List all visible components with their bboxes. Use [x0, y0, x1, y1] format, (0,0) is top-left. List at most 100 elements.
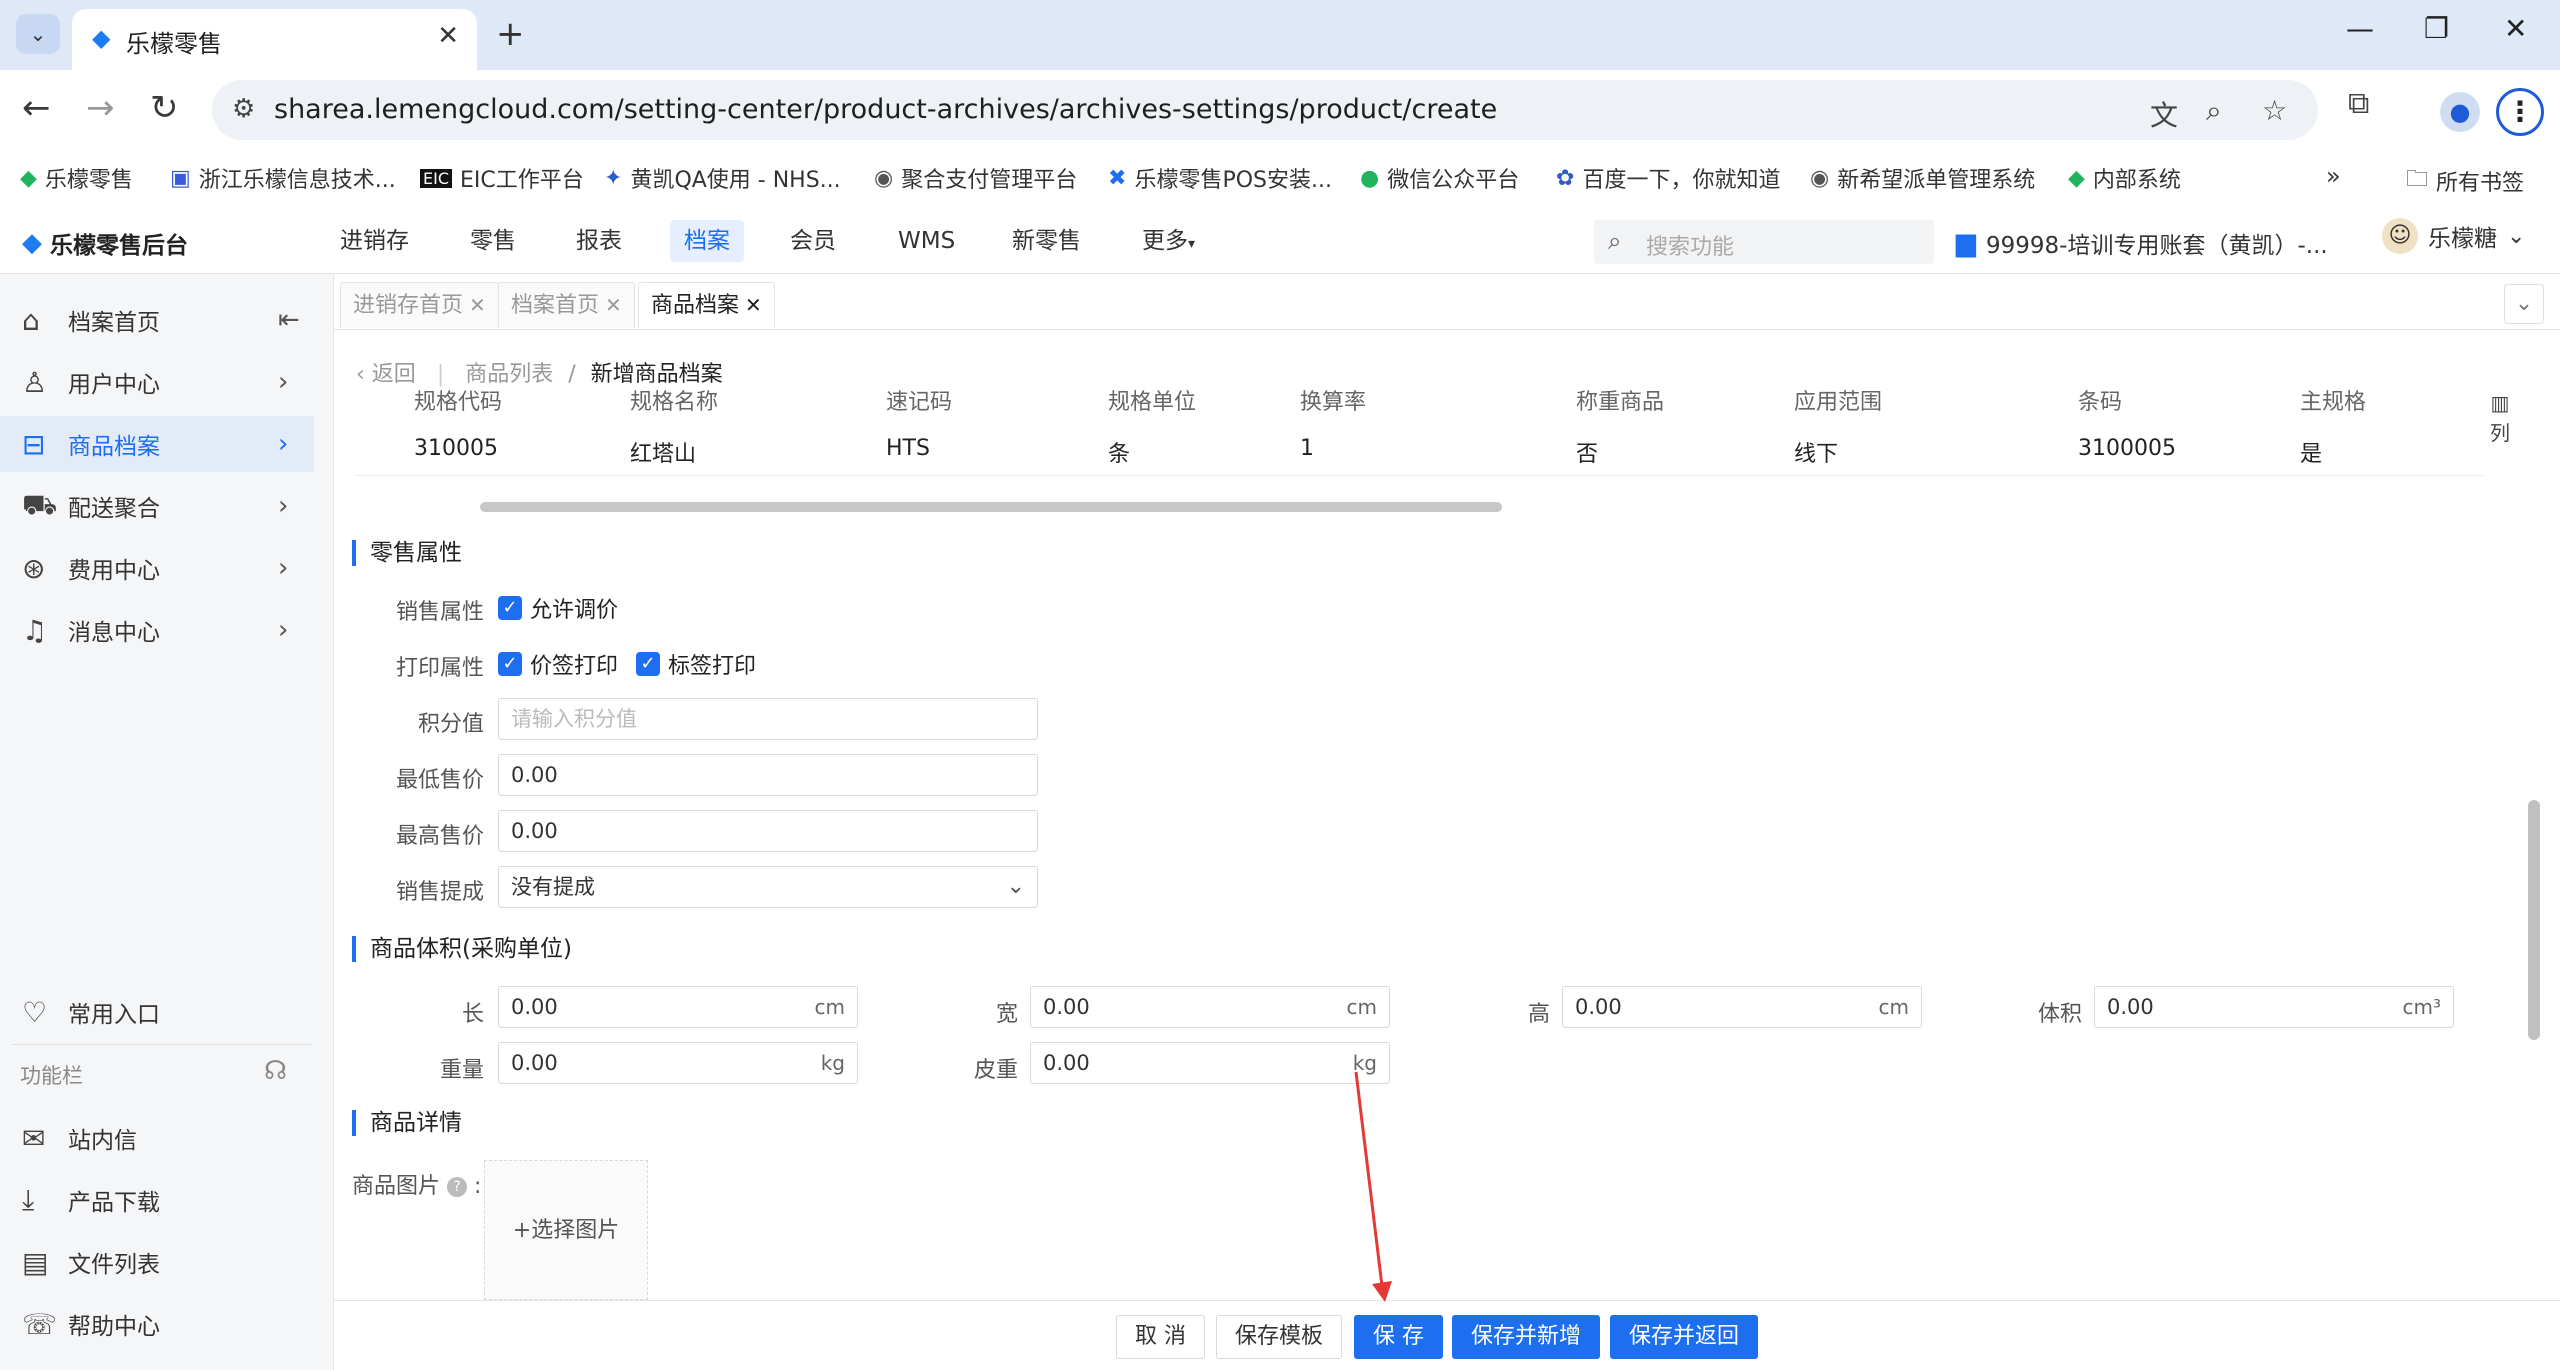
nav-members[interactable]: 会员 [776, 220, 850, 262]
select-image-button[interactable]: +选择图片 [484, 1160, 648, 1300]
save-button[interactable]: 保 存 [1354, 1315, 1443, 1359]
bookmark-item[interactable]: ◉ 聚合支付管理平台 [874, 162, 1077, 194]
save-template-button[interactable]: 保存模板 [1216, 1315, 1343, 1359]
min-price-input[interactable]: 0.00 [498, 754, 1038, 796]
sidebar-item-user-center[interactable]: ♙ 用户中心 › [0, 354, 314, 410]
headset-icon[interactable]: ☊ [264, 1056, 287, 1086]
bookmark-item[interactable]: ✿ 百度一下，你就知道 [1556, 162, 1780, 194]
omnibox[interactable]: ⚙ sharea.lemengcloud.com/setting-center/… [212, 80, 2318, 140]
table-header: 规格代码 规格名称 速记码 规格单位 换算率 称重商品 应用范围 条码 主规格 [354, 384, 2484, 416]
bookmark-item[interactable]: ◆ 内部系统 [2068, 162, 2181, 194]
restore-icon[interactable]: ❐ [2424, 12, 2449, 45]
save-and-return-button[interactable]: 保存并返回 [1610, 1315, 1759, 1359]
sidebar-item-archive-home[interactable]: ⌂ 档案首页 ⇤ [0, 292, 314, 348]
bookmark-item[interactable]: ▣ 浙江乐檬信息技术... [170, 162, 396, 194]
sidebar-item-delivery[interactable]: ⛟ 配送聚合 › [0, 478, 314, 534]
tab-jinxiaocun-home[interactable]: 进销存首页 ✕ [340, 282, 499, 328]
height-input[interactable]: 0.00 cm [1562, 986, 1922, 1028]
sidebar-tool-files[interactable]: ▤ 文件列表 [0, 1234, 314, 1290]
delivery-icon: ⛟ [22, 487, 58, 521]
sidebar-item-messages[interactable]: ♫ 消息中心 › [0, 602, 314, 658]
nav-new-retail[interactable]: 新零售 [998, 220, 1095, 262]
site-info-icon[interactable]: ⚙ [232, 94, 255, 124]
bookmark-item[interactable]: ✦ 黄凯QA使用 - NHS... [604, 162, 841, 194]
points-input[interactable]: 请输入积分值 [498, 698, 1038, 740]
function-search-input[interactable]: ⌕ 搜索功能 [1594, 220, 1934, 264]
product-image-label: 商品图片 ? : [352, 1174, 482, 1199]
minimize-icon[interactable]: — [2346, 12, 2374, 45]
max-price-input[interactable]: 0.00 [498, 810, 1038, 852]
browser-tab[interactable]: ◆ 乐檬零售 ✕ [72, 9, 477, 70]
label-print-checkbox[interactable]: ✓ 标签打印 [636, 648, 756, 680]
sidebar-item-product-archive[interactable]: ⊟ 商品档案 › [0, 416, 314, 472]
nav-archives[interactable]: 档案 [670, 220, 744, 262]
cancel-button[interactable]: 取 消 [1116, 1315, 1205, 1359]
chevron-down-icon: ⌄ [1006, 874, 1025, 899]
weight-label: 重量 [439, 1058, 484, 1083]
translate-icon[interactable]: 文 [2150, 94, 2178, 134]
length-input[interactable]: 0.00 cm [498, 986, 858, 1028]
reload-icon[interactable]: ↻ [150, 88, 179, 128]
tare-label: 皮重 [973, 1058, 1018, 1083]
column-settings-button[interactable]: ▥ 列 [2480, 388, 2520, 448]
close-icon[interactable]: ✕ [605, 293, 622, 317]
logo-icon: ◆ [22, 228, 42, 258]
new-tab-icon[interactable]: + [496, 14, 525, 54]
width-input[interactable]: 0.00 cm [1030, 986, 1390, 1028]
tare-input[interactable]: 0.00 kg [1030, 1042, 1390, 1084]
browser-menu-icon[interactable]: ⋮ [2496, 88, 2544, 136]
forward-icon[interactable]: → [86, 88, 115, 128]
nav-reports[interactable]: 报表 [562, 220, 636, 262]
profile-icon[interactable]: ● [2440, 92, 2480, 132]
download-icon: ⤓ [22, 1183, 35, 1216]
bookmark-star-icon[interactable]: ☆ [2262, 94, 2287, 127]
tab-product-archive[interactable]: 商品档案 ✕ [638, 282, 775, 328]
bookmark-item[interactable]: ◆ 乐檬零售 [20, 162, 133, 194]
sidebar-tool-help[interactable]: ☏ 帮助中心 [0, 1296, 314, 1352]
app-logo[interactable]: ◆ 乐檬零售后台 [22, 226, 188, 260]
user-menu[interactable]: ☺ 乐檬糖 ⌄ [2382, 218, 2525, 254]
bookmark-item[interactable]: ✖ 乐檬零售POS安装... [1108, 162, 1332, 194]
tab-archive-home[interactable]: 档案首页 ✕ [498, 282, 635, 328]
window-close-icon[interactable]: ✕ [2504, 12, 2527, 45]
url-text[interactable]: sharea.lemengcloud.com/setting-center/pr… [274, 94, 1497, 125]
table-row[interactable]: 310005 红塔山 HTS 条 1 否 线下 3100005 是 [354, 420, 2484, 476]
column-header: 规格代码 [414, 390, 503, 415]
more-bookmarks-icon[interactable]: » [2326, 162, 2341, 190]
nav-jinxiaocun[interactable]: 进销存 [326, 220, 423, 262]
horizontal-scrollbar[interactable] [480, 502, 1502, 512]
zoom-icon[interactable]: ⌕ [2206, 94, 2222, 128]
back-icon[interactable]: ← [22, 88, 51, 128]
chevron-right-icon: › [278, 615, 289, 645]
close-icon[interactable]: ✕ [469, 293, 486, 317]
table-cell: 否 [1576, 442, 1599, 467]
tab-close-icon[interactable]: ✕ [437, 21, 459, 51]
volume-input[interactable]: 0.00 cm³ [2094, 986, 2454, 1028]
all-bookmarks[interactable]: 🗀 所有书签 [2406, 162, 2524, 200]
allow-price-adjust-checkbox[interactable]: ✓ 允许调价 [498, 592, 618, 624]
sidebar-item-expense[interactable]: ⊛ 费用中心 › [0, 540, 314, 596]
account-selector[interactable]: ▆ 99998-培训专用账套（黄凯）-... [1956, 226, 2328, 260]
collapse-sidebar-icon[interactable]: ⇤ [278, 305, 300, 335]
bookmark-item[interactable]: ● 微信公众平台 [1360, 162, 1519, 194]
bookmark-item[interactable]: ◉ 新希望派单管理系统 [1810, 162, 2035, 194]
sidebar-tool-download[interactable]: ⤓ 产品下载 [0, 1172, 314, 1228]
nav-retail[interactable]: 零售 [456, 220, 530, 262]
yen-icon: ⊛ [22, 551, 46, 585]
nav-wms[interactable]: WMS [884, 220, 969, 262]
tab-search-chevron-icon[interactable]: ⌄ [16, 14, 60, 54]
columns-icon: ▥ [2490, 391, 2510, 415]
close-icon[interactable]: ✕ [745, 293, 762, 317]
extensions-icon[interactable]: ⧉ [2348, 86, 2369, 121]
sidebar-tool-inbox[interactable]: ✉ 站内信 [0, 1110, 314, 1166]
nav-more[interactable]: 更多▾ [1128, 220, 1209, 262]
bookmark-item[interactable]: EIC EIC工作平台 [420, 162, 584, 194]
tabs-dropdown-icon[interactable]: ⌄ [2504, 284, 2544, 324]
vertical-scrollbar[interactable] [2528, 800, 2540, 1040]
price-tag-print-checkbox[interactable]: ✓ 价签打印 [498, 648, 618, 680]
sidebar-common-entry[interactable]: ♡ 常用入口 [0, 984, 314, 1040]
question-icon[interactable]: ? [447, 1177, 468, 1197]
commission-select[interactable]: 没有提成 ⌄ [498, 866, 1038, 908]
save-and-new-button[interactable]: 保存并新增 [1452, 1315, 1601, 1359]
weight-input[interactable]: 0.00 kg [498, 1042, 858, 1084]
